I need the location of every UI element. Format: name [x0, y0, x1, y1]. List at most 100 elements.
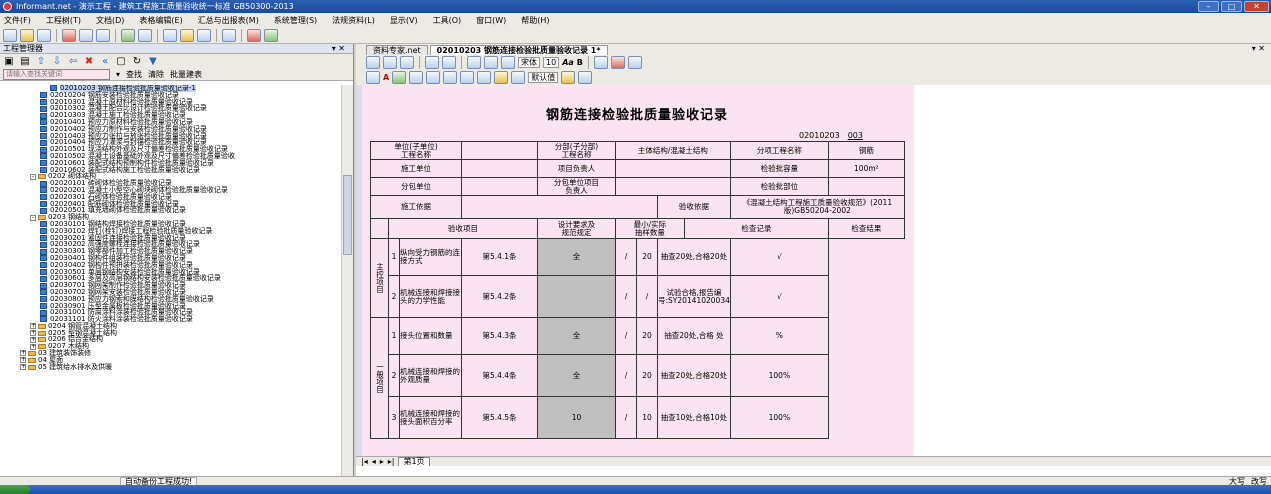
find-button[interactable]: 查找: [126, 69, 142, 80]
font-size-icon[interactable]: Aa: [562, 58, 574, 67]
maximize-button[interactable]: □: [1221, 1, 1242, 12]
batch-create-button[interactable]: 批量建表: [170, 69, 202, 80]
row-spec[interactable]: 第5.4.2条: [461, 275, 538, 318]
row-min-sample[interactable]: 全: [537, 354, 616, 397]
row-spec[interactable]: 第5.4.1条: [461, 238, 538, 276]
close-button[interactable]: ✕: [1244, 1, 1269, 12]
search-dropdown-icon[interactable]: ▾: [116, 70, 120, 79]
row-record[interactable]: 抽查20处,合格 处: [657, 317, 731, 355]
merge-icon[interactable]: [426, 71, 441, 84]
bold-icon[interactable]: B: [577, 58, 583, 67]
menu-item-0[interactable]: 文件(F): [4, 15, 31, 26]
new-icon[interactable]: [3, 28, 17, 42]
row-spec[interactable]: 第5.4.4条: [461, 354, 538, 397]
paste-cell-icon[interactable]: [501, 56, 515, 69]
collapse-all-icon[interactable]: «: [99, 56, 111, 67]
menu-item-4[interactable]: 汇总与出报表(M): [198, 15, 259, 26]
redo-icon[interactable]: [442, 56, 456, 69]
first-sheet-icon[interactable]: |◂: [361, 457, 368, 466]
text-color-icon[interactable]: A: [383, 73, 389, 82]
preview-icon[interactable]: [79, 28, 93, 42]
item-value[interactable]: 钢筋: [827, 141, 905, 160]
move-down-icon[interactable]: ⇩: [51, 56, 63, 67]
print-preview-icon[interactable]: [400, 56, 414, 69]
scroll-thumb[interactable]: [343, 175, 352, 255]
contractor-value[interactable]: [461, 159, 538, 178]
part-value[interactable]: [827, 177, 905, 196]
row-result[interactable]: 100%: [729, 354, 829, 397]
tree-node[interactable]: +05 建筑给水排水及供暖: [0, 363, 342, 371]
expand-node-icon[interactable]: +: [30, 343, 36, 350]
menu-item-7[interactable]: 显示(V): [390, 15, 418, 26]
prev-sheet-icon[interactable]: ◂: [372, 457, 376, 466]
back-arrow-icon[interactable]: ⇦: [67, 56, 79, 67]
menu-item-3[interactable]: 表格编辑(E): [139, 15, 182, 26]
basis-value[interactable]: [461, 195, 658, 219]
row-actual-sample[interactable]: 10: [636, 396, 658, 439]
open-folder-icon[interactable]: [20, 28, 34, 42]
expand-node-icon[interactable]: +: [30, 336, 36, 343]
tree-scrollbar[interactable]: [341, 85, 353, 476]
copy-node-icon[interactable]: ▣: [3, 56, 15, 67]
row-actual-sample[interactable]: 20: [636, 238, 658, 276]
capacity-value[interactable]: 100m²: [827, 159, 905, 178]
undo-icon[interactable]: [425, 56, 439, 69]
insert-col-icon[interactable]: [460, 71, 475, 84]
form-serial[interactable]: 003: [840, 131, 871, 140]
insert-chart-icon[interactable]: [610, 56, 625, 69]
row-record[interactable]: 试验合格,报告编号:SY20141020034: [657, 275, 731, 318]
lock-icon[interactable]: [494, 71, 509, 84]
check-icon[interactable]: [578, 71, 593, 84]
copy-cell-icon[interactable]: [484, 56, 498, 69]
row-spec[interactable]: 第5.4.3条: [461, 317, 538, 355]
refresh-icon[interactable]: ↻: [131, 56, 143, 67]
accept-basis-value[interactable]: 《混凝土结构工程施工质量验收规范》(2011版)GB50204-2002: [729, 195, 905, 219]
print-form-icon[interactable]: [383, 56, 397, 69]
delete-icon[interactable]: ✖: [83, 56, 95, 67]
table-icon[interactable]: [366, 56, 380, 69]
row-min-sample[interactable]: [537, 275, 616, 318]
menu-item-1[interactable]: 工程树(T): [46, 15, 81, 26]
image-icon[interactable]: [627, 56, 642, 69]
font-size-select[interactable]: 10: [543, 57, 560, 68]
menu-item-9[interactable]: 窗口(W): [476, 15, 506, 26]
grid-icon[interactable]: [366, 71, 380, 84]
collapse-node-icon[interactable]: -: [30, 173, 36, 180]
paste-node-icon[interactable]: ▤: [19, 56, 31, 67]
pm-value[interactable]: [615, 159, 731, 178]
print-icon[interactable]: [62, 28, 76, 42]
expand-node-icon[interactable]: +: [20, 364, 26, 371]
print-batch-icon[interactable]: [180, 28, 194, 42]
pen-icon[interactable]: [561, 71, 576, 84]
row-record[interactable]: 抽查10处,合格10处: [657, 396, 731, 439]
filter-icon[interactable]: ▼: [147, 56, 159, 67]
last-sheet-icon[interactable]: ▸|: [388, 457, 395, 466]
list-icon[interactable]: [222, 28, 236, 42]
row-actual-sample[interactable]: /: [636, 275, 658, 318]
menu-item-8[interactable]: 工具(O): [433, 15, 462, 26]
menu-item-10[interactable]: 帮助(H): [521, 15, 549, 26]
sheet-tab[interactable]: 第1页: [398, 456, 430, 466]
menu-item-2[interactable]: 文档(D): [96, 15, 124, 26]
row-record[interactable]: 抽查20处,合格20处: [657, 238, 731, 276]
exit-icon[interactable]: [264, 28, 278, 42]
subcontractor-value[interactable]: [461, 177, 538, 196]
row-spec[interactable]: 第5.4.5条: [461, 396, 538, 439]
unit-value[interactable]: [461, 141, 538, 160]
sub-pm-value[interactable]: [615, 177, 731, 196]
book-icon[interactable]: [247, 28, 261, 42]
start-button[interactable]: [0, 485, 30, 494]
insert-row-icon[interactable]: [443, 71, 458, 84]
row-min-sample[interactable]: 全: [537, 238, 616, 276]
printer-setup-icon[interactable]: [96, 28, 110, 42]
row-result[interactable]: √: [729, 275, 829, 318]
row-record[interactable]: 抽查20处,合格20处: [657, 354, 731, 397]
export-icon[interactable]: [121, 28, 135, 42]
row-min-sample[interactable]: 全: [537, 317, 616, 355]
expand-icon[interactable]: ▢: [115, 56, 127, 67]
clear-button[interactable]: 清除: [148, 69, 164, 80]
align-icon[interactable]: [593, 56, 608, 69]
subsection-value[interactable]: 主体结构/混凝土结构: [615, 141, 731, 160]
collapse-node-icon[interactable]: -: [30, 214, 36, 221]
zoom-select[interactable]: 默认值: [528, 72, 559, 83]
